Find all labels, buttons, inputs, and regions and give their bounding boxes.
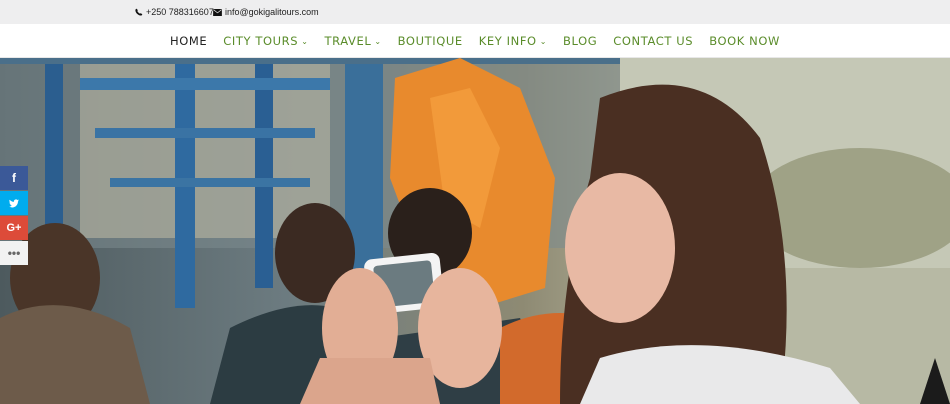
nav-item-key-info[interactable]: KEY INFO ⌄ [479,34,547,48]
facebook-icon[interactable]: f [0,166,28,190]
nav-item-travel[interactable]: TRAVEL ⌄ [325,34,382,48]
phone-contact[interactable]: +250 788316607 [135,7,214,17]
top-contact-bar: +250 788316607 info@gokigalitours.com [0,0,950,24]
nav-item-label: BOOK NOW [709,33,781,48]
nav-item-label: KEY INFO [478,33,537,48]
nav-item-home[interactable]: HOME [170,34,207,48]
nav-item-label: BOUTIQUE [397,33,463,48]
nav-item-label: BLOG [563,33,598,48]
nav-item-city-tours[interactable]: CITY TOURS ⌄ [223,34,308,48]
nav-item-boutique[interactable]: BOUTIQUE [398,34,463,48]
google-plus-icon[interactable]: G+ [0,216,28,240]
main-navigation: HOME CITY TOURS ⌄ TRAVEL ⌄ BOUTIQUE KEY IN… [0,24,950,58]
envelope-icon [213,8,222,16]
chevron-down-icon: ⌄ [374,37,382,46]
chevron-down-icon: ⌄ [301,37,309,46]
nav-item-contact-us[interactable]: CONTACT US [613,34,693,48]
phone-icon [135,8,143,16]
twitter-icon[interactable] [0,191,28,215]
nav-item-label: CONTACT US [613,33,694,48]
email-contact[interactable]: info@gokigalitours.com [213,7,319,17]
social-share-bar: f G+ ••• [0,166,28,266]
nav-item-label: TRAVEL [324,33,372,48]
nav-item-label: CITY TOURS [223,33,299,48]
phone-number: +250 788316607 [146,7,214,17]
nav-item-label: HOME [169,33,208,48]
hero-image [0,58,950,404]
hero-video[interactable] [0,58,950,404]
email-address: info@gokigalitours.com [225,7,319,17]
chevron-down-icon: ⌄ [539,37,548,46]
nav-item-blog[interactable]: BLOG [563,34,597,48]
more-icon[interactable]: ••• [0,241,28,265]
nav-item-book-now[interactable]: BOOK NOW [709,34,780,48]
